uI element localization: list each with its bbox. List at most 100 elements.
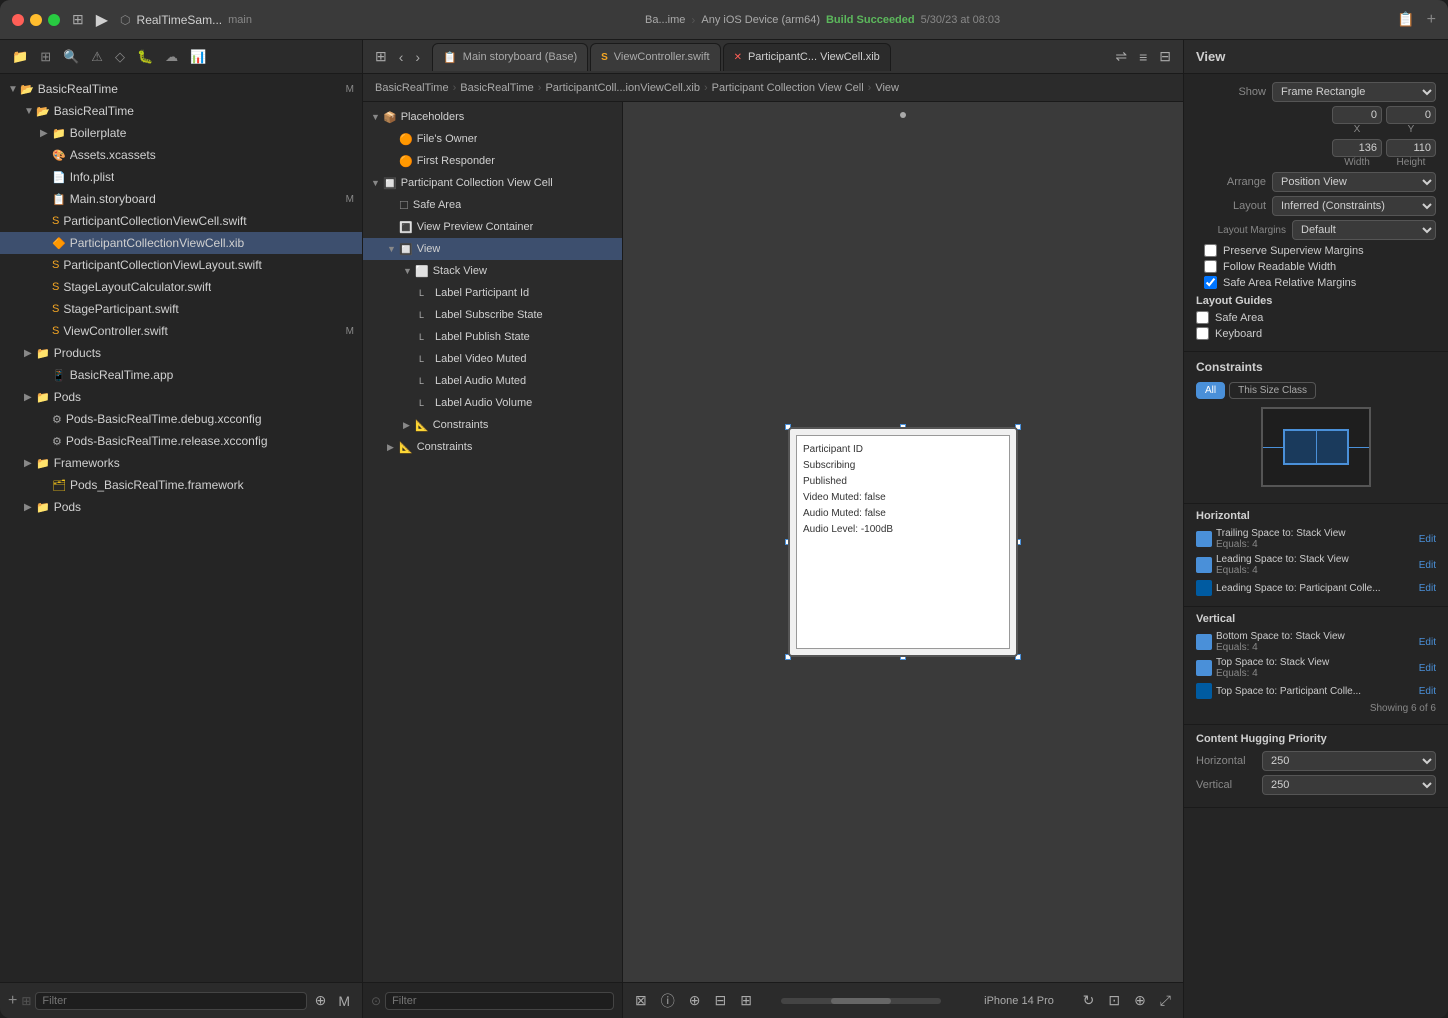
tab-layout-btn[interactable]: ⊞	[371, 46, 391, 67]
tp-label-participant-id[interactable]: L Label Participant Id	[363, 282, 622, 304]
sidebar-item-frameworks[interactable]: ▶ 📁 Frameworks	[0, 452, 362, 474]
sidebar-recent-files[interactable]: M	[334, 991, 354, 1011]
scheme-name[interactable]: RealTimeSam...	[137, 13, 223, 27]
constraints-tab-size-class[interactable]: This Size Class	[1229, 382, 1316, 399]
safe-area-relative-margins-checkbox[interactable]	[1204, 276, 1217, 289]
tp-label-publish-state[interactable]: L Label Publish State	[363, 326, 622, 348]
sidebar-warning-btn[interactable]: ⚠	[87, 47, 107, 67]
sidebar-test-btn[interactable]: ◇	[111, 47, 129, 67]
close-button[interactable]	[12, 14, 24, 26]
sidebar-item-pods-framework[interactable]: 🗂 Pods_BasicRealTime.framework	[0, 474, 362, 496]
y-input[interactable]	[1386, 106, 1436, 124]
sidebar-toggle-button[interactable]: ⊞	[68, 9, 88, 30]
h-constraint-1-edit[interactable]: Edit	[1419, 534, 1436, 545]
inspector-toggle[interactable]: 📋	[1393, 9, 1418, 30]
x-input[interactable]	[1332, 106, 1382, 124]
tab-participantcvc[interactable]: ✕ ParticipantC... ViewCell.xib	[723, 43, 891, 71]
height-input[interactable]	[1386, 139, 1436, 157]
sidebar-item-stagelayoutcalculator[interactable]: S StageLayoutCalculator.swift	[0, 276, 362, 298]
vertical-priority-select[interactable]: 250	[1262, 775, 1436, 795]
scrollbar-canvas[interactable]	[781, 998, 941, 1004]
tree-filter-input[interactable]	[385, 992, 614, 1010]
tab-forward-btn[interactable]: ›	[411, 47, 424, 67]
sidebar-item-pods-group[interactable]: ▶ 📁 Pods	[0, 386, 362, 408]
tp-first-responder[interactable]: 🟠 First Responder	[363, 150, 622, 172]
tp-label-audio-volume[interactable]: L Label Audio Volume	[363, 392, 622, 414]
h-constraint-3-edit[interactable]: Edit	[1419, 583, 1436, 594]
sidebar-item-basicrealtime[interactable]: ▼ 📂 BasicRealTime	[0, 100, 362, 122]
tp-constraints-outer[interactable]: ▶ 📐 Constraints	[363, 436, 622, 458]
tab-back-btn[interactable]: ‹	[395, 47, 408, 67]
breadcrumb-xib[interactable]: ParticipantColl...ionViewCell.xib	[545, 82, 699, 94]
sidebar-breakpoint-btn[interactable]: ☁	[161, 47, 182, 67]
sidebar-item-stageparticipant[interactable]: S StageParticipant.swift	[0, 298, 362, 320]
horizontal-priority-select[interactable]: 250	[1262, 751, 1436, 771]
list-view-btn[interactable]: ≡	[1135, 47, 1151, 67]
v-constraint-2-edit[interactable]: Edit	[1419, 663, 1436, 674]
canvas-split-btn[interactable]: ⊟	[710, 990, 730, 1011]
sidebar-source-btn[interactable]: ⊞	[36, 47, 55, 67]
layout-select[interactable]: Inferred (Constraints)	[1272, 196, 1436, 216]
sidebar-item-boilerplate[interactable]: ▶ 📁 Boilerplate	[0, 122, 362, 144]
device-tab[interactable]: Ba...ime	[645, 14, 685, 26]
sidebar-item-participantcvl-swift[interactable]: S ParticipantCollectionViewLayout.swift	[0, 254, 362, 276]
sidebar-filter-input[interactable]	[35, 992, 306, 1010]
tp-files-owner[interactable]: 🟠 File's Owner	[363, 128, 622, 150]
sidebar-item-participantcvc-swift[interactable]: S ParticipantCollectionViewCell.swift	[0, 210, 362, 232]
sidebar-item-viewcontroller-swift[interactable]: S ViewController.swift M	[0, 320, 362, 342]
sidebar-item-mainstoryboard[interactable]: 📋 Main.storyboard M	[0, 188, 362, 210]
sidebar-item-assets[interactable]: 🎨 Assets.xcassets	[0, 144, 362, 166]
canvas-add-btn[interactable]: ⊕	[685, 990, 705, 1011]
tp-view[interactable]: ▼ 🔲 View	[363, 238, 622, 260]
canvas-layout-btn[interactable]: ⊞	[736, 990, 756, 1011]
v-constraint-1-edit[interactable]: Edit	[1419, 637, 1436, 648]
safe-area-guide-checkbox[interactable]	[1196, 311, 1209, 324]
sidebar-item-pods-release[interactable]: ⚙ Pods-BasicRealTime.release.xcconfig	[0, 430, 362, 452]
add-tab-button[interactable]: +	[1427, 11, 1436, 29]
sidebar-item-pods[interactable]: ▶ 📁 Pods	[0, 496, 362, 518]
layout-margins-select[interactable]: Default	[1292, 220, 1436, 240]
v-constraint-3-edit[interactable]: Edit	[1419, 686, 1436, 697]
preserve-superview-margins-checkbox[interactable]	[1204, 244, 1217, 257]
keyboard-guide-checkbox[interactable]	[1196, 327, 1209, 340]
sidebar-folder-btn[interactable]: 📁	[8, 47, 32, 67]
breadcrumb-view[interactable]: View	[875, 82, 899, 94]
width-input[interactable]	[1332, 139, 1382, 157]
sidebar-debug-btn[interactable]: 🐛	[133, 47, 157, 67]
tp-label-subscribe-state[interactable]: L Label Subscribe State	[363, 304, 622, 326]
canvas-zoom-btn[interactable]: ⊕	[1130, 990, 1150, 1011]
sidebar-filter-options[interactable]: ⊕	[311, 990, 331, 1011]
breadcrumb-basicrealtime[interactable]: BasicRealTime	[375, 82, 449, 94]
sidebar-item-participantcvc-xib[interactable]: 🔶 ParticipantCollectionViewCell.xib	[0, 232, 362, 254]
sidebar-item-infoplist[interactable]: 📄 Info.plist	[0, 166, 362, 188]
show-select[interactable]: Frame Rectangle	[1272, 82, 1436, 102]
editor-options-btn[interactable]: ⊟	[1155, 46, 1175, 67]
canvas-fullscreen-btn[interactable]: ⤢	[1156, 990, 1175, 1011]
breadcrumb-cell[interactable]: Participant Collection View Cell	[712, 82, 864, 94]
sidebar-item-basicrealtime-root[interactable]: ▼ 📂 BasicRealTime M	[0, 78, 362, 100]
device-selector[interactable]: Any iOS Device (arm64)	[701, 14, 820, 26]
maximize-button[interactable]	[48, 14, 60, 26]
tp-stack-view[interactable]: ▼ ⬜ Stack View	[363, 260, 622, 282]
tab-mainstoryboard[interactable]: 📋 Main storyboard (Base)	[432, 43, 588, 71]
tp-label-audio-muted[interactable]: L Label Audio Muted	[363, 370, 622, 392]
arrange-select[interactable]: Position View	[1272, 172, 1436, 192]
tp-safe-area[interactable]: ☐ Safe Area	[363, 194, 622, 216]
canvas-orient-btn[interactable]: ⊡	[1104, 990, 1124, 1011]
canvas-rotate-btn[interactable]: ↻	[1079, 990, 1099, 1011]
h-constraint-2-edit[interactable]: Edit	[1419, 560, 1436, 571]
code-review-btn[interactable]: ⇌	[1111, 46, 1131, 67]
tab-participantcvc-close[interactable]: ✕	[734, 52, 742, 63]
sidebar-item-pods-debug[interactable]: ⚙ Pods-BasicRealTime.debug.xcconfig	[0, 408, 362, 430]
canvas-info-btn[interactable]: ⓘ	[657, 989, 679, 1013]
zoom-fit-btn[interactable]: ⊠	[631, 990, 651, 1011]
sidebar-add-button[interactable]: +	[8, 992, 17, 1010]
breadcrumb-basicrealtime2[interactable]: BasicRealTime	[460, 82, 534, 94]
sidebar-report-btn[interactable]: 📊	[186, 47, 210, 67]
minimize-button[interactable]	[30, 14, 42, 26]
tp-view-preview-container[interactable]: 🔳 View Preview Container	[363, 216, 622, 238]
tp-placeholders[interactable]: ▼ 📦 Placeholders	[363, 106, 622, 128]
run-button[interactable]: ▶	[96, 10, 108, 30]
sidebar-item-basicrealtime-app[interactable]: 📱 BasicRealTime.app	[0, 364, 362, 386]
tab-viewcontroller[interactable]: S ViewController.swift	[590, 43, 720, 71]
